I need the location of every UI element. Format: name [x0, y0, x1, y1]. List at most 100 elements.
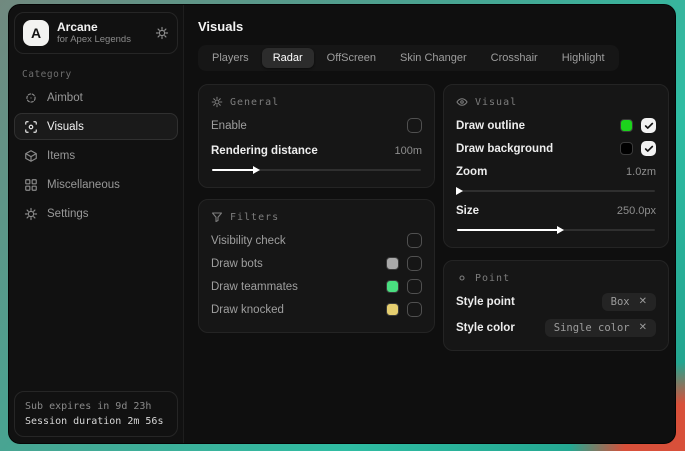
sidebar: A Arcane for Apex Legends Category — [9, 5, 184, 443]
tab-skin-changer[interactable]: Skin Changer — [389, 48, 478, 68]
color-swatch[interactable] — [386, 280, 399, 293]
tab-bar: Players Radar OffScreen Skin Changer Cro… — [198, 45, 619, 71]
filters-panel: Filters Visibility check Draw bots — [198, 199, 435, 333]
app-window: A Arcane for Apex Legends Category — [8, 4, 676, 444]
close-icon[interactable]: ✕ — [639, 323, 647, 333]
check-icon — [644, 144, 654, 154]
gear-icon — [24, 207, 38, 221]
rendering-distance-value: 100m — [394, 145, 422, 157]
app-name: Arcane — [57, 20, 147, 34]
color-swatch[interactable] — [386, 257, 399, 270]
style-color-label: Style color — [456, 322, 515, 334]
sidebar-item-settings[interactable]: Settings — [14, 200, 178, 227]
visibility-check-label: Visibility check — [211, 235, 286, 247]
style-point-select[interactable]: Box ✕ — [602, 293, 656, 311]
scan-eye-icon — [24, 120, 38, 134]
crosshair-icon — [24, 91, 38, 105]
enable-checkbox[interactable] — [407, 118, 422, 133]
slider-fill — [212, 169, 254, 171]
slider-thumb[interactable] — [456, 187, 463, 195]
point-panel: Point Style point Box ✕ Style color — [443, 260, 669, 351]
sidebar-item-label: Miscellaneous — [47, 179, 120, 191]
app-subtitle: for Apex Legends — [57, 34, 147, 46]
tab-highlight[interactable]: Highlight — [551, 48, 616, 68]
zoom-label: Zoom — [456, 166, 487, 178]
brand-card: A Arcane for Apex Legends — [14, 12, 178, 54]
tab-offscreen[interactable]: OffScreen — [316, 48, 387, 68]
draw-outline-row: Draw outline — [456, 114, 656, 137]
size-value: 250.0px — [617, 205, 656, 217]
style-color-value: Single color — [554, 322, 630, 334]
funnel-icon — [211, 211, 223, 223]
zoom-value: 1.0zm — [626, 166, 656, 178]
draw-bots-checkbox[interactable] — [407, 256, 422, 271]
sidebar-item-visuals[interactable]: Visuals — [14, 113, 178, 140]
style-point-label: Style point — [456, 296, 515, 308]
color-swatch[interactable] — [386, 303, 399, 316]
app-logo: A — [23, 20, 49, 46]
visual-panel: Visual Draw outline — [443, 84, 669, 248]
enable-row: Enable — [211, 114, 422, 137]
zoom-row: Zoom 1.0zm — [456, 160, 656, 183]
tab-crosshair[interactable]: Crosshair — [480, 48, 549, 68]
visibility-check-row: Visibility check — [211, 229, 422, 252]
sidebar-item-items[interactable]: Items — [14, 142, 178, 169]
cog-icon — [211, 96, 223, 108]
style-color-select[interactable]: Single color ✕ — [545, 319, 656, 337]
draw-teammates-label: Draw teammates — [211, 281, 298, 293]
panel-title: Visual — [475, 97, 517, 108]
draw-teammates-row: Draw teammates — [211, 275, 422, 298]
point-icon — [456, 272, 468, 284]
slider-thumb[interactable] — [557, 226, 564, 234]
brand-text: Arcane for Apex Legends — [57, 20, 147, 46]
panel-title: General — [230, 97, 279, 108]
draw-background-row: Draw background — [456, 137, 656, 160]
slider-fill — [457, 229, 558, 231]
color-swatch[interactable] — [620, 119, 633, 132]
sub-expires-text: Sub expires in 9d 23h — [25, 399, 167, 414]
rendering-distance-label: Rendering distance — [211, 145, 318, 157]
general-panel-header: General — [211, 96, 422, 108]
close-icon[interactable]: ✕ — [639, 297, 647, 307]
sidebar-item-label: Aimbot — [47, 92, 83, 104]
visual-panel-header: Visual — [456, 96, 656, 108]
draw-background-checkbox[interactable] — [641, 141, 656, 156]
right-column: Visual Draw outline — [443, 84, 669, 351]
size-label: Size — [456, 205, 479, 217]
style-color-row: Style color Single color ✕ — [456, 316, 656, 339]
draw-outline-checkbox[interactable] — [641, 118, 656, 133]
size-row: Size 250.0px — [456, 199, 656, 222]
sidebar-spacer — [14, 227, 178, 391]
zoom-slider[interactable] — [457, 186, 655, 195]
slider-thumb[interactable] — [253, 166, 260, 174]
draw-outline-label: Draw outline — [456, 120, 525, 132]
sidebar-item-label: Visuals — [47, 121, 84, 133]
tab-players[interactable]: Players — [201, 48, 260, 68]
draw-bots-row: Draw bots — [211, 252, 422, 275]
general-panel: General Enable Rendering distance 100m — [198, 84, 435, 188]
enable-label: Enable — [211, 120, 247, 132]
color-swatch[interactable] — [620, 142, 633, 155]
sidebar-item-miscellaneous[interactable]: Miscellaneous — [14, 171, 178, 198]
draw-teammates-checkbox[interactable] — [407, 279, 422, 294]
gear-icon[interactable] — [155, 26, 169, 40]
filters-panel-header: Filters — [211, 211, 422, 223]
slider-track — [457, 190, 655, 192]
visibility-check-checkbox[interactable] — [407, 233, 422, 248]
panel-title: Filters — [230, 212, 279, 223]
check-icon — [644, 121, 654, 131]
draw-knocked-checkbox[interactable] — [407, 302, 422, 317]
sidebar-nav: Aimbot Visuals Ite — [14, 84, 178, 227]
rendering-distance-slider[interactable] — [212, 165, 421, 174]
main-content: Visuals Players Radar OffScreen Skin Cha… — [184, 5, 675, 443]
draw-bots-label: Draw bots — [211, 258, 263, 270]
left-column: General Enable Rendering distance 100m — [198, 84, 435, 333]
sidebar-item-aimbot[interactable]: Aimbot — [14, 84, 178, 111]
panel-title: Point — [475, 273, 510, 284]
category-label: Category — [22, 69, 178, 80]
tab-radar[interactable]: Radar — [262, 48, 314, 68]
sidebar-item-label: Settings — [47, 208, 89, 220]
size-slider[interactable] — [457, 225, 655, 234]
eye-icon — [456, 96, 468, 108]
session-duration-text: Session duration 2m 56s — [25, 414, 167, 429]
